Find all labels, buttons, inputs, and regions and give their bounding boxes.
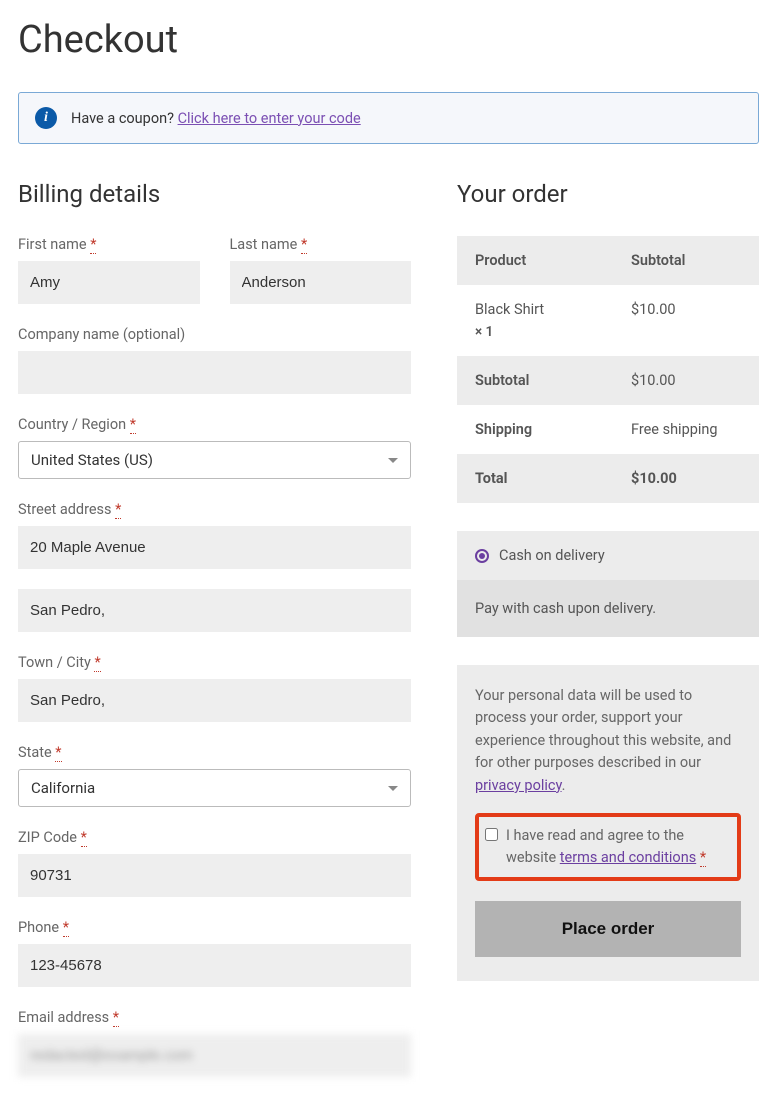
- coupon-prompt: Have a coupon?: [71, 110, 174, 127]
- street-label: Street address *: [18, 501, 411, 518]
- required-mark: *: [55, 744, 61, 762]
- required-mark: *: [81, 829, 87, 847]
- terms-row: I have read and agree to the website ter…: [475, 813, 741, 881]
- state-selected: California: [31, 779, 95, 797]
- info-icon: i: [35, 107, 57, 129]
- shipping-label: Shipping: [475, 421, 631, 438]
- city-label: Town / City *: [18, 654, 411, 671]
- terms-text: I have read and agree to the website ter…: [506, 825, 731, 869]
- place-order-button[interactable]: Place order: [475, 901, 741, 957]
- payment-box: Cash on delivery Pay with cash upon deli…: [457, 531, 759, 637]
- email-label: Email address *: [18, 1009, 411, 1026]
- product-qty: × 1: [475, 324, 631, 340]
- required-mark: *: [115, 501, 121, 519]
- billing-heading: Billing details: [18, 180, 411, 208]
- email-input[interactable]: [18, 1034, 411, 1077]
- total-value: $10.00: [631, 470, 741, 487]
- product-name: Black Shirt: [475, 301, 631, 318]
- radio-selected-icon: [475, 549, 489, 563]
- terms-link[interactable]: terms and conditions: [560, 849, 696, 866]
- terms-checkbox[interactable]: [485, 828, 498, 841]
- payment-method-option[interactable]: Cash on delivery: [457, 531, 759, 580]
- subtotal-label: Subtotal: [475, 372, 631, 389]
- state-label: State *: [18, 744, 411, 761]
- payment-method-label: Cash on delivery: [499, 547, 605, 564]
- privacy-policy-link[interactable]: privacy policy: [475, 777, 562, 794]
- payment-method-desc: Pay with cash upon delivery.: [457, 580, 759, 637]
- required-mark: *: [700, 849, 706, 867]
- phone-label: Phone *: [18, 919, 411, 936]
- coupon-link[interactable]: Click here to enter your code: [178, 110, 361, 127]
- city-input[interactable]: [18, 679, 411, 722]
- required-mark: *: [301, 236, 307, 254]
- state-select[interactable]: California: [18, 769, 411, 807]
- subtotal-value: $10.00: [631, 372, 741, 389]
- country-select[interactable]: United States (US): [18, 441, 411, 479]
- coupon-notice: i Have a coupon? Click here to enter you…: [18, 92, 759, 144]
- order-table: Product Subtotal Black Shirt × 1 $10.00 …: [457, 236, 759, 503]
- country-selected: United States (US): [31, 451, 153, 469]
- required-mark: *: [63, 919, 69, 937]
- total-label: Total: [475, 470, 631, 487]
- company-input[interactable]: [18, 351, 411, 394]
- street2-input[interactable]: [18, 589, 411, 632]
- zip-input[interactable]: [18, 854, 411, 897]
- order-heading: Your order: [457, 180, 759, 208]
- street-input[interactable]: [18, 526, 411, 569]
- chevron-down-icon: [388, 786, 398, 791]
- required-mark: *: [90, 236, 96, 254]
- required-mark: *: [130, 416, 136, 434]
- company-label: Company name (optional): [18, 326, 411, 343]
- privacy-terms-box: Your personal data will be used to proce…: [457, 665, 759, 981]
- last-name-input[interactable]: [230, 261, 412, 304]
- product-col-header: Product: [475, 252, 631, 269]
- phone-input[interactable]: [18, 944, 411, 987]
- first-name-input[interactable]: [18, 261, 200, 304]
- required-mark: *: [94, 654, 100, 672]
- required-mark: *: [113, 1009, 119, 1027]
- country-label: Country / Region *: [18, 416, 411, 433]
- subtotal-col-header: Subtotal: [631, 252, 741, 269]
- last-name-label: Last name *: [230, 236, 412, 253]
- privacy-text: Your personal data will be used to proce…: [475, 687, 731, 794]
- order-item-row: Black Shirt × 1 $10.00: [457, 285, 759, 356]
- first-name-label: First name *: [18, 236, 200, 253]
- page-title: Checkout: [18, 18, 759, 62]
- chevron-down-icon: [388, 458, 398, 463]
- shipping-value: Free shipping: [631, 421, 741, 438]
- product-price: $10.00: [631, 301, 741, 340]
- zip-label: ZIP Code *: [18, 829, 411, 846]
